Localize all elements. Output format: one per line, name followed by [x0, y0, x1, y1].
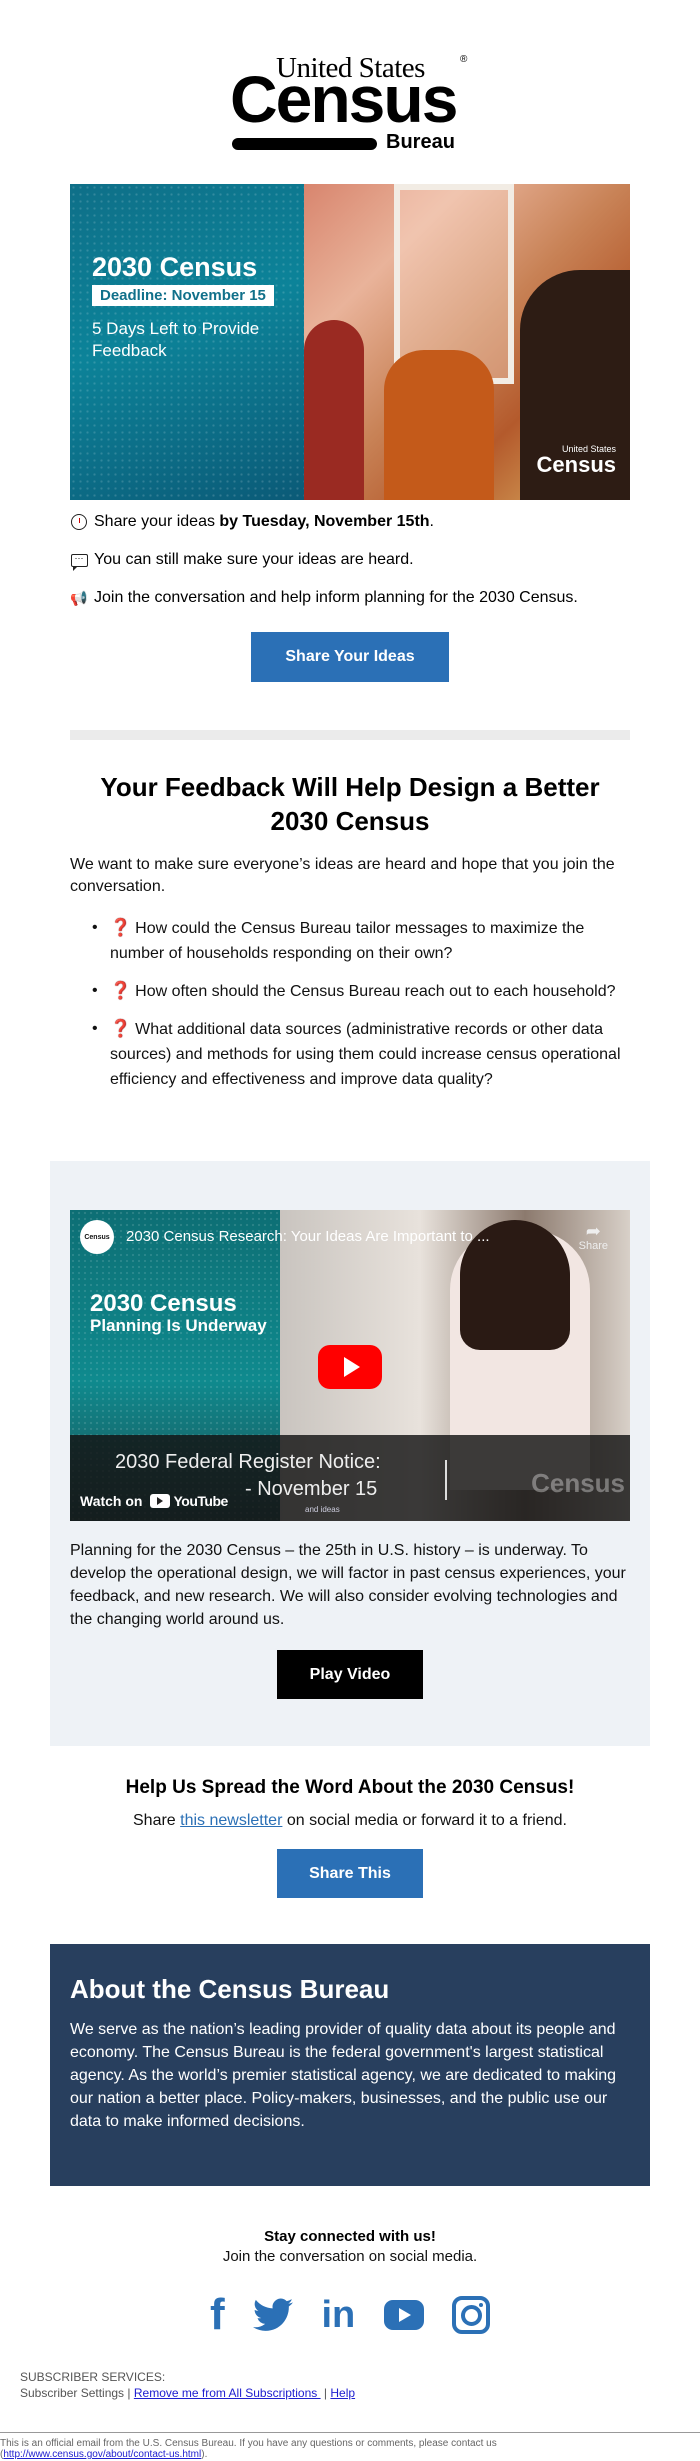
spread-heading: Help Us Spread the Word About the 2030 C…	[125, 1777, 575, 1798]
video-share-button[interactable]: ➦ Share	[579, 1222, 608, 1252]
video-thumb-subtitle: Planning Is Underway	[90, 1316, 267, 1335]
logo-bureau: Bureau	[386, 131, 455, 153]
hero-photo-person	[384, 350, 494, 500]
video-title[interactable]: 2030 Census Research: Your Ideas Are Imp…	[126, 1228, 490, 1245]
facebook-icon[interactable]: f	[210, 2290, 225, 2339]
hero-watermark-main: Census	[536, 452, 616, 477]
youtube-embed[interactable]: 2030 Census Planning Is Underway 2030 Fe…	[70, 1210, 630, 1521]
video-notice-small: and ideas	[305, 1505, 340, 1514]
census-bureau-logo[interactable]: United States ® Census Bureau	[228, 52, 478, 153]
hero-photo-person	[304, 320, 364, 500]
email-page: United States ® Census Bureau 2030 Censu…	[0, 0, 700, 2461]
hero-text-panel: 2030 Census Deadline: November 15 5 Days…	[70, 184, 304, 500]
megaphone-icon: 📢	[70, 589, 88, 606]
footer-disclaimer: This is an official email from the U.S. …	[0, 2438, 497, 2460]
spread-text: Share this newsletter on social media or…	[133, 1812, 567, 1829]
play-video-button[interactable]: Play Video	[277, 1650, 423, 1699]
hero-title: 2030 Census	[92, 252, 258, 282]
video-notice-line1: 2030 Federal Register Notice:	[115, 1451, 381, 1473]
youtube-logo: YouTube	[150, 1493, 228, 1509]
linkedin-icon[interactable]: in	[321, 2294, 355, 2336]
video-notice-line2: - November 15	[245, 1478, 378, 1500]
logo-registered-mark: ®	[460, 54, 468, 65]
highlight-text: Share your ideas by Tuesday, November 15…	[94, 513, 434, 530]
logo-census: Census	[230, 62, 458, 136]
stay-connected-subheading: Join the conversation on social media.	[222, 2248, 478, 2265]
video-section: 2030 Census Planning Is Underway 2030 Fe…	[50, 1161, 650, 1746]
question-mark-icon: ❓	[110, 1019, 132, 1038]
highlight-text: Join the conversation and help inform pl…	[94, 589, 578, 606]
watch-on-youtube-button[interactable]: Watch on YouTube	[80, 1493, 228, 1509]
watch-on-label: Watch on	[80, 1493, 143, 1509]
help-link[interactable]: Help	[330, 2386, 355, 2400]
question-list: ❓How could the Census Bureau tailor mess…	[92, 915, 630, 1104]
highlight-deadline: Share your ideas by Tuesday, November 15…	[70, 513, 434, 531]
subscriber-settings-link[interactable]: Subscriber Settings	[20, 2386, 124, 2400]
video-census-watermark: Census	[531, 1468, 625, 1498]
share-this-button[interactable]: Share This	[277, 1849, 423, 1898]
subscriber-services-heading: SUBSCRIBER SERVICES:	[20, 2370, 166, 2384]
stay-connected-heading: Stay connected with us!	[264, 2228, 436, 2245]
contact-us-link[interactable]: http://www.census.gov/about/contact-us.h…	[3, 2449, 201, 2460]
twitter-icon[interactable]	[253, 2295, 294, 2335]
youtube-play-icon	[150, 1494, 171, 1508]
question-mark-icon: ❓	[110, 981, 132, 1000]
highlight-text: You can still make sure your ideas are h…	[94, 551, 414, 568]
list-item: ❓How often should the Census Bureau reac…	[92, 978, 630, 1004]
hero-subtitle: 5 Days Left to Provide Feedback	[92, 319, 260, 360]
video-share-label: Share	[578, 1240, 608, 1252]
subscriber-links: Subscriber Settings | Remove me from All…	[20, 2386, 356, 2400]
hero-banner[interactable]: 2030 Census Deadline: November 15 5 Days…	[70, 184, 630, 500]
youtube-play-button[interactable]	[318, 1345, 382, 1389]
hero-photo: United States Census	[304, 184, 630, 500]
speech-bubble-icon: ···	[70, 551, 88, 571]
instagram-icon[interactable]	[452, 2296, 490, 2334]
video-thumb-title: 2030 Census	[90, 1290, 237, 1317]
share-arrow-icon: ➦	[585, 1221, 601, 1241]
channel-avatar[interactable]: Census	[80, 1220, 114, 1254]
youtube-icon[interactable]	[383, 2300, 424, 2330]
footer-rule	[0, 2432, 700, 2433]
list-item: ❓How could the Census Bureau tailor mess…	[92, 915, 630, 966]
about-body: We serve as the nation’s leading provide…	[70, 2021, 617, 2130]
social-links: f in	[210, 2290, 490, 2339]
clock-icon	[70, 513, 88, 531]
question-mark-icon: ❓	[110, 918, 132, 937]
feedback-heading: Your Feedback Will Help Design a Better …	[100, 772, 600, 836]
share-your-ideas-button[interactable]: Share Your Ideas	[251, 632, 449, 682]
feedback-intro: We want to make sure everyone’s ideas ar…	[70, 856, 615, 895]
hero-deadline: Deadline: November 15	[92, 285, 274, 306]
about-section: About the Census Bureau We serve as the …	[50, 1944, 650, 2186]
video-vertical-rule	[445, 1460, 447, 1500]
hero-census-watermark: United States Census	[537, 445, 616, 476]
highlight-heard: ··· You can still make sure your ideas a…	[70, 551, 414, 571]
unsubscribe-all-link[interactable]: Remove me from All Subscriptions	[134, 2386, 321, 2400]
logo-bar	[232, 138, 377, 150]
video-description: Planning for the 2030 Census – the 25th …	[70, 1542, 626, 1628]
about-heading: About the Census Bureau	[70, 1974, 390, 2004]
highlight-join: 📢 Join the conversation and help inform …	[70, 589, 578, 607]
section-divider	[70, 730, 630, 740]
list-item: ❓What additional data sources (administr…	[92, 1016, 630, 1092]
this-newsletter-link[interactable]: this newsletter	[180, 1812, 282, 1829]
